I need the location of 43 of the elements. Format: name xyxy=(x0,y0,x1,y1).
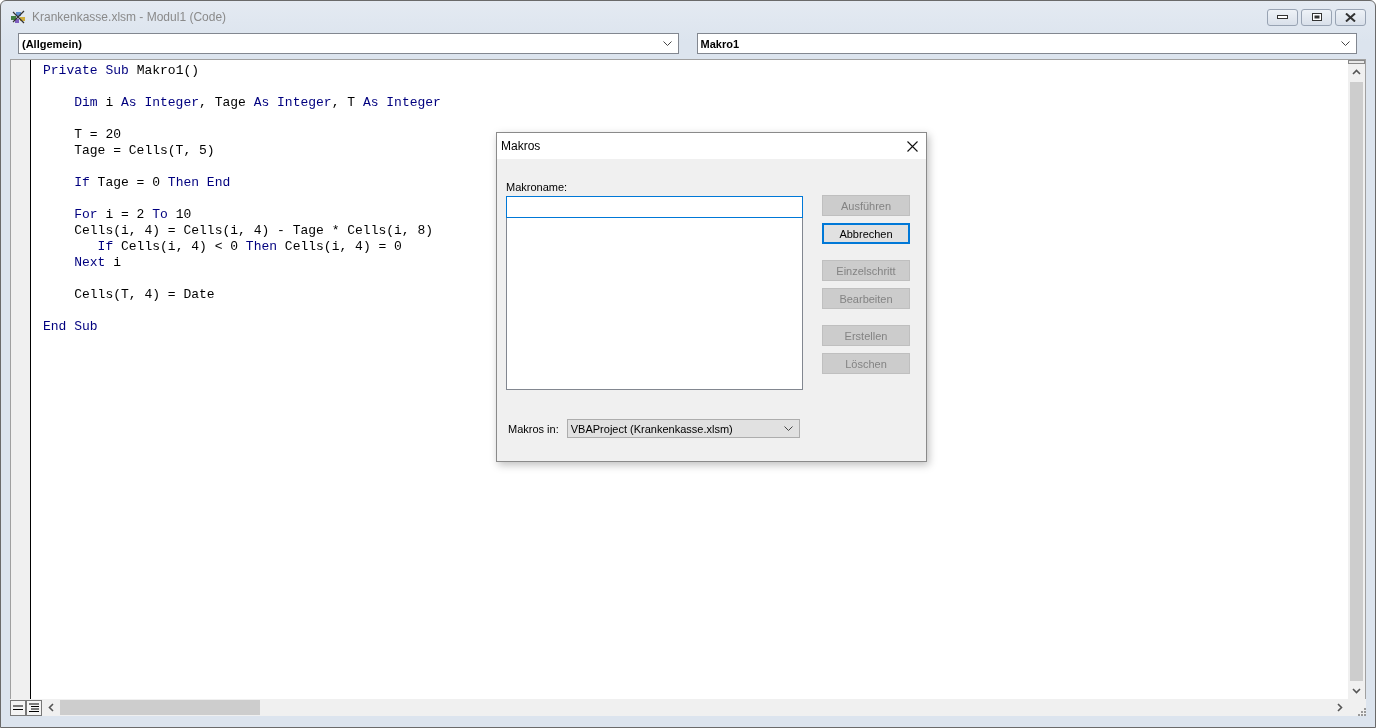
maximize-button[interactable] xyxy=(1301,8,1332,26)
macro-name-field[interactable] xyxy=(506,196,803,218)
code-line: Private Sub Makro1() xyxy=(43,63,200,79)
chevron-down-icon[interactable] xyxy=(1352,688,1361,694)
field-label: Makroname: xyxy=(506,180,569,195)
chevron-down-icon xyxy=(1341,40,1350,47)
code-line: For i = 2 To 10 xyxy=(73,207,192,223)
module-view-button[interactable] xyxy=(26,699,42,716)
code-line: If Cells(i, 4) < 0 Then Cells(i, 4) = 0 xyxy=(96,239,402,255)
chevron-down-icon xyxy=(783,425,793,432)
procedure-view-button[interactable] xyxy=(10,699,26,716)
chevron-right-icon[interactable] xyxy=(1337,703,1343,712)
object-dropdown[interactable]: (Allgemein) xyxy=(18,33,679,54)
resize-grip-icon[interactable] xyxy=(1357,707,1366,716)
macros-in-dropdown[interactable]: VBAProject (Krankenkasse.xlsm) xyxy=(566,419,800,438)
maximize-icon xyxy=(1311,13,1322,21)
minimize-icon xyxy=(1277,15,1288,19)
code-line: T = 20 xyxy=(73,127,121,143)
dialog-button[interactable]: Abbrechen xyxy=(822,223,910,244)
scrollbar-thumb[interactable] xyxy=(1350,82,1363,681)
split-handle[interactable] xyxy=(1348,60,1365,64)
code-line: Tage = Cells(T, 5) xyxy=(73,143,215,159)
code-line: If Tage = 0 Then End xyxy=(73,175,231,191)
code-line: Cells(i, 4) = Cells(i, 4) - Tage * Cells(i, 8) xyxy=(73,223,434,239)
code-line: Next i xyxy=(73,255,122,271)
procedure-dropdown[interactable]: Makro1 xyxy=(696,33,1357,54)
chevron-down-icon xyxy=(662,40,672,47)
minimize-button[interactable] xyxy=(1267,8,1298,26)
lines-icon xyxy=(13,704,23,711)
code-line: End Sub xyxy=(43,319,98,335)
lines-icon xyxy=(29,702,39,713)
scrollbar-thumb[interactable] xyxy=(60,700,260,715)
close-button[interactable] xyxy=(1335,8,1366,26)
dialog-title: Makros xyxy=(501,139,541,153)
code-line: Cells(T, 4) = Date xyxy=(73,287,215,303)
chevron-up-icon[interactable] xyxy=(1352,69,1361,75)
close-icon[interactable] xyxy=(907,140,918,152)
code-line: Dim i As Integer, Tage As Integer, T As Integer xyxy=(73,95,441,111)
close-icon xyxy=(1345,12,1356,22)
field-label: Makros in: xyxy=(508,422,559,435)
window-title: Krankenkasse.xlsm - Modul1 (Code) xyxy=(32,10,228,24)
chevron-left-icon[interactable] xyxy=(48,703,54,712)
app-icon xyxy=(10,9,27,25)
